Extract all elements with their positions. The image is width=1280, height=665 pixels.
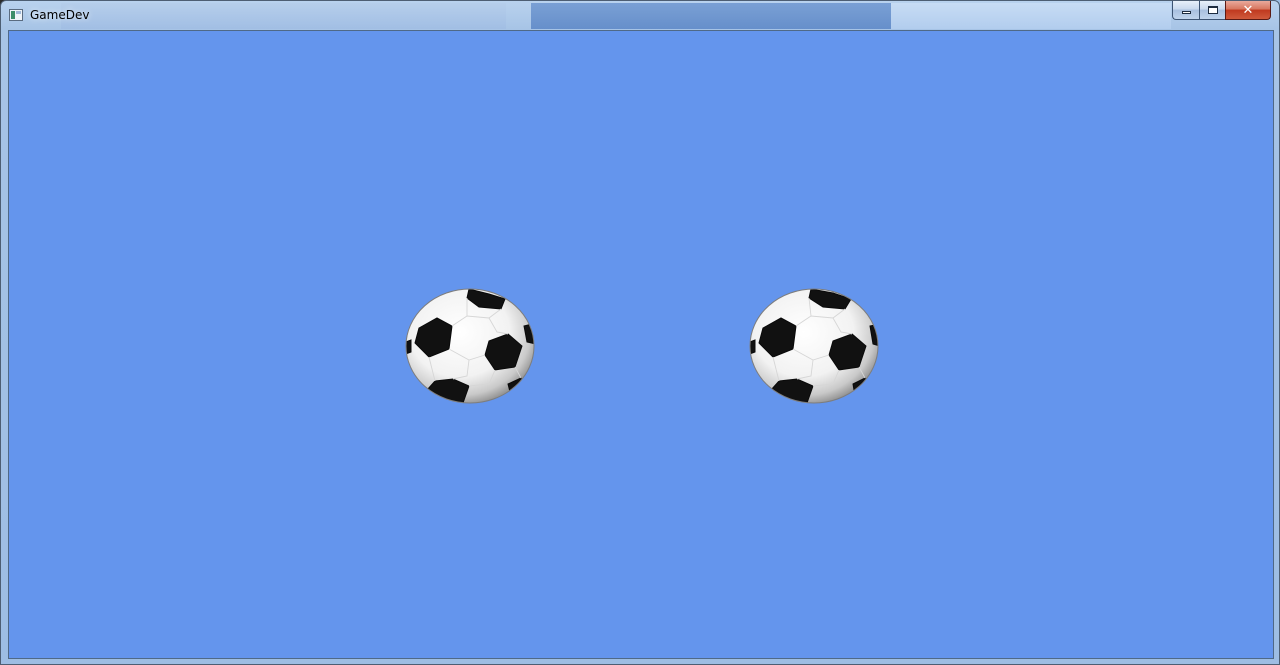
soccer-ball-right bbox=[749, 288, 879, 404]
close-button[interactable]: ✕ bbox=[1225, 1, 1271, 20]
caption-buttons: ✕ bbox=[1172, 1, 1271, 20]
minimize-button[interactable] bbox=[1172, 1, 1199, 20]
window-title: GameDev bbox=[30, 8, 90, 22]
game-window: GameDev ✕ bbox=[0, 0, 1280, 665]
close-icon: ✕ bbox=[1242, 2, 1254, 18]
maximize-icon bbox=[1207, 6, 1218, 14]
game-viewport[interactable] bbox=[8, 30, 1274, 659]
soccer-ball-left bbox=[405, 288, 535, 404]
maximize-button[interactable] bbox=[1199, 1, 1225, 20]
soccer-ball-icon bbox=[749, 288, 879, 404]
title-bar[interactable]: GameDev ✕ bbox=[1, 1, 1279, 30]
window-app-icon[interactable] bbox=[9, 9, 23, 21]
minimize-icon bbox=[1181, 10, 1191, 14]
soccer-ball-icon bbox=[405, 288, 535, 404]
